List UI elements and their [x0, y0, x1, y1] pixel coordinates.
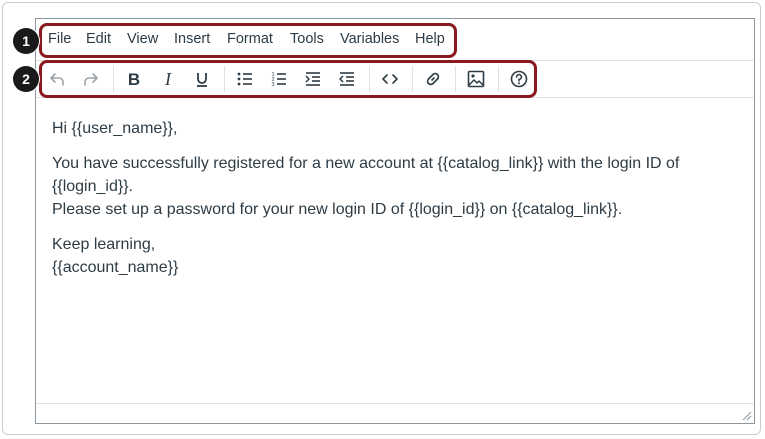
signoff-line: Keep learning,: [52, 236, 156, 253]
greeting-line: Hi {{user_name}},: [52, 120, 178, 137]
body-line: You have successfully registered for a n…: [52, 155, 680, 172]
body-line: {{login_id}}.: [52, 178, 133, 195]
callout-badge: 2: [13, 66, 39, 92]
editor-content[interactable]: Hi {{user_name}}, You have successfully …: [52, 117, 742, 279]
callout-badge: 1: [13, 28, 39, 54]
callout-box-menubar: [39, 23, 457, 58]
signature-line: {{account_name}}: [52, 259, 179, 276]
callout-box-toolbar: [39, 60, 537, 98]
statusbar: [36, 403, 754, 423]
body-line: Please set up a password for your new lo…: [52, 201, 623, 218]
resize-handle-icon[interactable]: [742, 411, 752, 421]
